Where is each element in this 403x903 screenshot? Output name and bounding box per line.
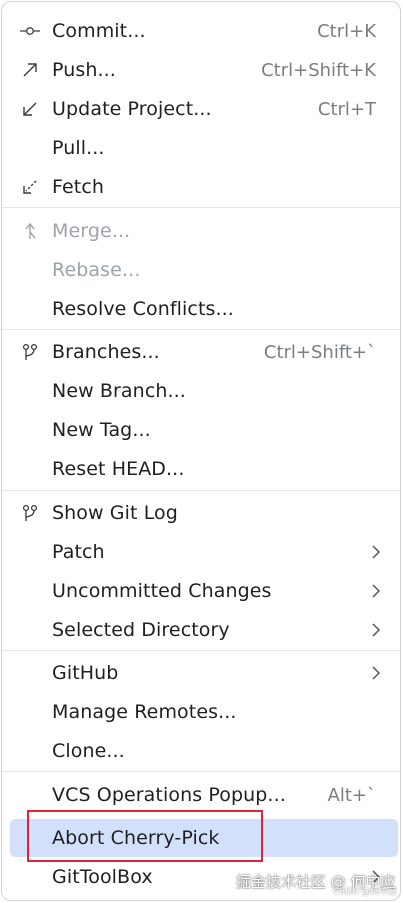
menu-item-label: Merge... bbox=[52, 220, 131, 242]
shortcut-label: Ctrl+Shift+` bbox=[263, 341, 376, 363]
menu-item-label: Update Project... bbox=[52, 98, 212, 120]
chevron-right-icon bbox=[370, 545, 382, 559]
menu-item-label: Pull... bbox=[52, 137, 105, 159]
menu-item-label: Rebase... bbox=[52, 259, 141, 281]
menu-item-label: GitToolBox bbox=[52, 866, 153, 888]
menu-item-label: Reset HEAD... bbox=[52, 458, 185, 480]
menu-separator bbox=[2, 490, 400, 491]
menu-separator bbox=[2, 650, 400, 651]
menu-item-label: Uncommitted Changes bbox=[52, 580, 272, 602]
menu-item-vcs-operations-popup[interactable]: VCS Operations Popup... Alt+` bbox=[10, 776, 398, 814]
menu-item-update-project[interactable]: Update Project... Ctrl+T bbox=[10, 90, 398, 128]
chevron-right-icon bbox=[370, 623, 382, 637]
menu-item-uncommitted-changes[interactable]: Uncommitted Changes bbox=[10, 572, 398, 610]
chevron-right-icon bbox=[370, 584, 382, 598]
menu-item-merge: Merge... bbox=[10, 212, 398, 250]
menu-separator bbox=[2, 771, 400, 772]
menu-item-commit[interactable]: Commit... Ctrl+K bbox=[10, 12, 398, 50]
menu-item-label: Push... bbox=[52, 59, 116, 81]
menu-item-selected-directory[interactable]: Selected Directory bbox=[10, 611, 398, 649]
menu-item-show-git-log[interactable]: Show Git Log bbox=[10, 494, 398, 532]
menu-item-label: VCS Operations Popup... bbox=[52, 784, 286, 806]
shortcut-label: Ctrl+T bbox=[317, 98, 376, 120]
menu-item-branches[interactable]: Branches... Ctrl+Shift+` bbox=[10, 333, 398, 371]
menu-item-label: Selected Directory bbox=[52, 619, 230, 641]
highlight-annotation-box bbox=[27, 810, 263, 862]
menu-item-label: Fetch bbox=[52, 176, 105, 198]
menu-item-label: GitHub bbox=[52, 662, 119, 684]
menu-item-new-tag[interactable]: New Tag... bbox=[10, 411, 398, 449]
branch-icon bbox=[20, 342, 40, 362]
menu-item-label: New Tag... bbox=[52, 419, 151, 441]
git-log-icon bbox=[20, 503, 40, 523]
fetch-icon bbox=[20, 177, 40, 197]
menu-item-pull[interactable]: Pull... bbox=[10, 129, 398, 167]
menu-item-github[interactable]: GitHub bbox=[10, 654, 398, 692]
commit-icon bbox=[20, 21, 40, 41]
push-arrow-icon bbox=[20, 60, 40, 80]
merge-icon bbox=[20, 221, 40, 241]
menu-item-label: Clone... bbox=[52, 740, 125, 762]
menu-item-label: Manage Remotes... bbox=[52, 701, 237, 723]
shortcut-label: Alt+` bbox=[327, 784, 376, 806]
menu-separator bbox=[2, 207, 400, 208]
watermark-small-text: CSDN @何中应 bbox=[333, 887, 398, 897]
menu-item-new-branch[interactable]: New Branch... bbox=[10, 372, 398, 410]
vcs-context-menu: Commit... Ctrl+K Push... Ctrl+Shift+K Up… bbox=[1, 1, 401, 901]
menu-separator bbox=[2, 329, 400, 330]
chevron-right-icon bbox=[370, 666, 382, 680]
menu-item-label: Patch bbox=[52, 541, 105, 563]
menu-item-resolve-conflicts[interactable]: Resolve Conflicts... bbox=[10, 290, 398, 328]
menu-item-rebase: Rebase... bbox=[10, 251, 398, 289]
menu-item-label: Branches... bbox=[52, 341, 160, 363]
menu-item-fetch[interactable]: Fetch bbox=[10, 168, 398, 206]
menu-item-reset-head[interactable]: Reset HEAD... bbox=[10, 450, 398, 488]
update-arrow-icon bbox=[20, 99, 40, 119]
menu-item-clone[interactable]: Clone... bbox=[10, 732, 398, 770]
menu-item-label: Commit... bbox=[52, 20, 146, 42]
menu-item-manage-remotes[interactable]: Manage Remotes... bbox=[10, 693, 398, 731]
menu-item-label: Show Git Log bbox=[52, 502, 178, 524]
shortcut-label: Ctrl+K bbox=[317, 20, 376, 42]
menu-item-patch[interactable]: Patch bbox=[10, 533, 398, 571]
menu-item-label: New Branch... bbox=[52, 380, 186, 402]
shortcut-label: Ctrl+Shift+K bbox=[261, 59, 376, 81]
menu-item-push[interactable]: Push... Ctrl+Shift+K bbox=[10, 51, 398, 89]
menu-item-label: Resolve Conflicts... bbox=[52, 298, 234, 320]
